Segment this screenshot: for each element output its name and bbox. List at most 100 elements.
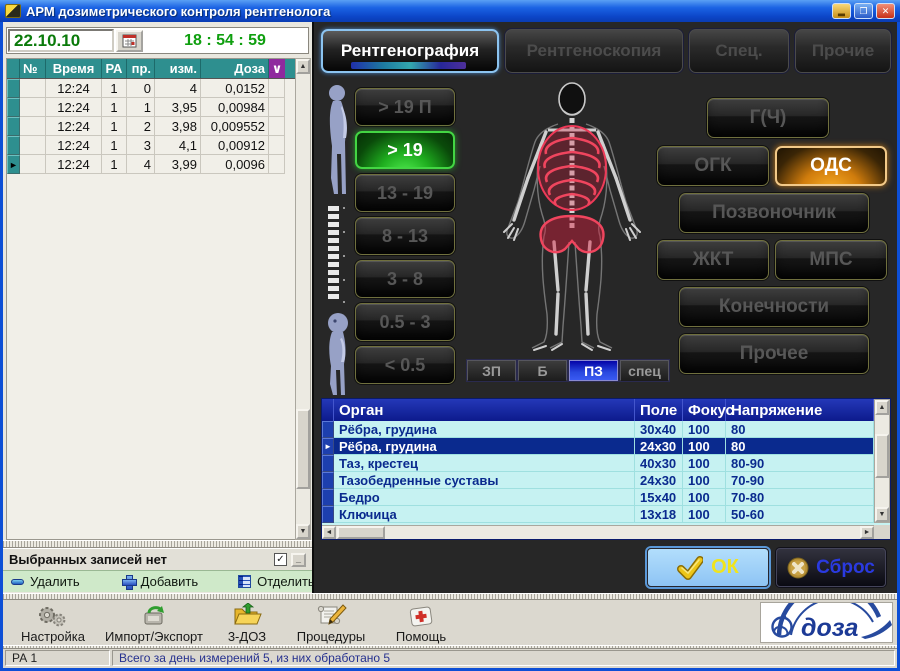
datetime-bar: 22.10.10 18 : 54 : 59	[6, 27, 309, 54]
organ-button-other[interactable]: Прочее	[679, 334, 869, 374]
projection-button-spec[interactable]: спец	[620, 360, 669, 381]
age-button-19p[interactable]: > 19 П	[355, 88, 455, 126]
import-export-icon	[140, 604, 168, 628]
close-button[interactable]: ✕	[876, 3, 895, 19]
organ-button-mps[interactable]: МПС	[775, 240, 887, 280]
organ-row[interactable]: Рёбра, грудина 30x40 100 80	[322, 421, 890, 438]
age-button-8-13[interactable]: 8 - 13	[355, 217, 455, 255]
child-figure-icon	[320, 312, 354, 398]
age-button-3-8[interactable]: 3 - 8	[355, 260, 455, 298]
date-field[interactable]: 22.10.10	[8, 29, 114, 52]
tab-other[interactable]: Прочие	[795, 29, 891, 73]
table-row[interactable]: 12:24 1 0 4 0,0152	[7, 79, 295, 98]
toolbar-button-import-export[interactable]: Импорт/Экспорт	[97, 602, 211, 645]
doza-logo: доза	[760, 602, 893, 643]
body-map-figure[interactable]	[472, 78, 672, 358]
projection-button-pz[interactable]: ПЗ	[569, 360, 618, 381]
organ-button-head[interactable]: Г(Ч)	[707, 98, 829, 138]
table-row[interactable]: 12:24 1 3 4,1 0,00912	[7, 136, 295, 155]
logo-text: доза	[801, 614, 858, 642]
col-organ: Орган	[334, 399, 635, 421]
organ-button-spine[interactable]: Позвоночник	[679, 193, 869, 233]
table-row[interactable]: 12:24 1 2 3,98 0,009552	[7, 117, 295, 136]
divider	[3, 593, 897, 600]
row-selector[interactable]	[7, 136, 20, 155]
col-field: Поле	[635, 399, 683, 421]
scroll-right-icon[interactable]: ►	[860, 526, 874, 539]
delete-button[interactable]: Удалить	[11, 574, 80, 589]
scroll-down-icon[interactable]: ▼	[875, 507, 889, 522]
projection-button-zp[interactable]: ЗП	[467, 360, 516, 381]
check-icon	[677, 556, 703, 580]
row-selector[interactable]	[7, 79, 20, 98]
organ-row-selected[interactable]: ► Рёбра, грудина 24x30 100 80	[322, 438, 890, 455]
separate-button[interactable]: Отделить	[238, 574, 315, 589]
organ-button-gkt[interactable]: ЖКТ	[657, 240, 769, 280]
age-button-under05[interactable]: < 0.5	[355, 346, 455, 384]
coin-x-icon	[787, 557, 809, 579]
ok-button[interactable]: ОК	[647, 548, 769, 587]
age-button-over19[interactable]: > 19	[355, 131, 455, 169]
organ-table-vscrollbar[interactable]: ▲ ▼	[874, 399, 890, 523]
organ-row[interactable]: Ключица 13x18 100 50-60	[322, 506, 890, 523]
scroll-thumb[interactable]	[337, 526, 385, 539]
organ-button-ogk[interactable]: ОГК	[657, 146, 769, 186]
header-selector	[7, 59, 20, 78]
col-voltage: Напряжение	[726, 399, 874, 421]
window-title: АРМ дозиметрического контроля рентгеноло…	[26, 4, 827, 19]
scroll-up-icon[interactable]: ▲	[875, 400, 889, 415]
projection-button-b[interactable]: Б	[518, 360, 567, 381]
organ-row[interactable]: Бедро 15x40 100 70-80	[322, 489, 890, 506]
row-selector[interactable]	[7, 98, 20, 117]
row-selector[interactable]	[7, 117, 20, 136]
reset-button[interactable]: Сброс	[776, 548, 886, 587]
measurements-vscrollbar[interactable]: ▲ ▼	[295, 58, 311, 540]
col-pr: пр.	[127, 59, 155, 78]
organ-button-limbs[interactable]: Конечности	[679, 287, 869, 327]
selection-checkbox[interactable]: ✓	[274, 553, 287, 566]
col-number: №	[20, 59, 46, 78]
client-area: 22.10.10 18 : 54 : 59 №	[3, 22, 897, 668]
projection-buttons: ЗП Б ПЗ спец	[467, 360, 669, 381]
restore-button[interactable]: ❐	[854, 3, 873, 19]
doza-logo-icon: доза	[761, 603, 892, 642]
app-window: АРМ дозиметрического контроля рентгеноло…	[0, 0, 900, 671]
toolbar-button-procedures[interactable]: Процедуры	[283, 602, 379, 645]
calendar-button[interactable]	[116, 30, 143, 52]
organ-table-header: Орган Поле Фокус Напряжение	[322, 399, 890, 421]
scroll-thumb[interactable]	[296, 409, 310, 489]
organ-button-ods[interactable]: ОДС	[775, 146, 887, 186]
tab-radiography[interactable]: Рентгенография	[321, 29, 499, 73]
collapse-button[interactable]: _	[291, 553, 306, 567]
selection-status-bar: Выбранных записей нет ✓ _	[3, 548, 312, 570]
table-row-current[interactable]: ► 12:24 1 4 3,99 0,0096	[7, 155, 295, 174]
scroll-thumb[interactable]	[875, 434, 889, 478]
table-row[interactable]: 12:24 1 1 3,95 0,00984	[7, 98, 295, 117]
status-cell-ra: РА 1	[5, 650, 110, 666]
measurements-table-header: № Время РА пр. изм. Доза ∨	[7, 59, 295, 79]
adult-figure-icon	[320, 84, 354, 198]
col-focus: Фокус	[683, 399, 726, 421]
toolbar-button-settings[interactable]: Настройка	[9, 602, 97, 645]
organ-table-hscrollbar[interactable]: ◄ ►	[322, 525, 874, 539]
toolbar-button-help[interactable]: Помощь	[379, 602, 463, 645]
tab-special[interactable]: Спец.	[689, 29, 789, 73]
tab-fluoroscopy[interactable]: Рентгеноскопия	[505, 29, 683, 73]
scroll-down-icon[interactable]: ▼	[296, 524, 310, 539]
toolbar-button-3doz[interactable]: 3-ДОЗ	[211, 602, 283, 645]
plus-icon	[122, 575, 135, 588]
age-button-13-19[interactable]: 13 - 19	[355, 174, 455, 212]
add-button[interactable]: Добавить	[122, 574, 198, 589]
current-row-marker[interactable]: ►	[7, 155, 20, 174]
status-bar: РА 1 Всего за день измерений 5, из них о…	[3, 649, 897, 667]
organ-row[interactable]: Таз, крестец 40x30 100 80-90	[322, 455, 890, 472]
measurements-table: № Время РА пр. изм. Доза ∨ 12:24 1 0	[6, 58, 295, 540]
scroll-left-icon[interactable]: ◄	[322, 526, 336, 539]
minus-icon	[11, 579, 24, 585]
age-button-05-3[interactable]: 0.5 - 3	[355, 303, 455, 341]
first-aid-icon	[408, 604, 435, 628]
scroll-up-icon[interactable]: ▲	[296, 59, 310, 74]
minimize-button[interactable]: ▂	[832, 3, 851, 19]
organ-row[interactable]: Тазобедренные суставы 24x30 100 70-90	[322, 472, 890, 489]
measurements-panel: 22.10.10 18 : 54 : 59 №	[3, 22, 312, 593]
